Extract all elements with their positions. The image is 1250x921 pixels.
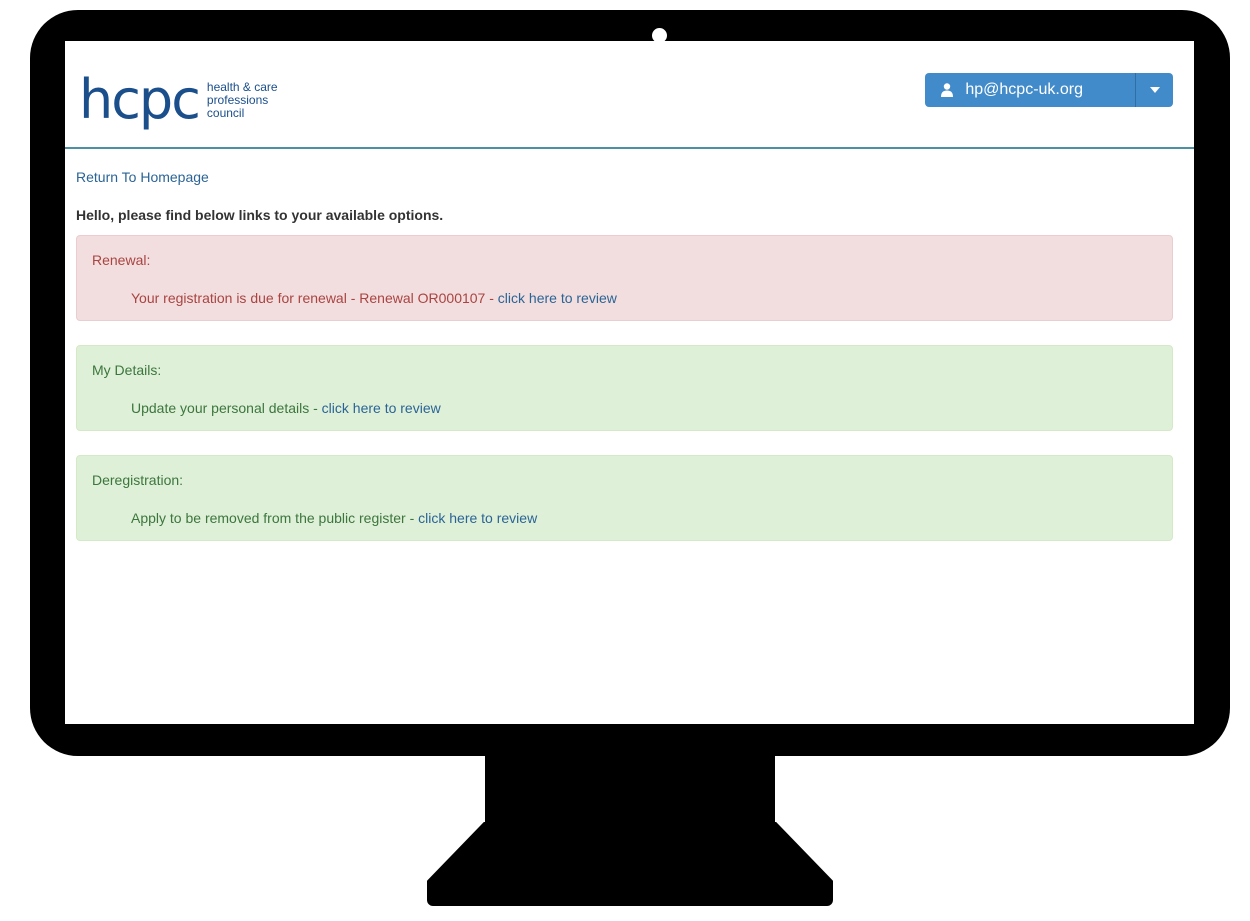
renewal-panel: Renewal: Your registration is due for re… <box>76 235 1173 321</box>
logo-tagline: health & care professions council <box>206 79 278 120</box>
user-email: hp@hcpc-uk.org <box>965 81 1083 98</box>
user-account-dropdown[interactable]: hp@hcpc-uk.org <box>925 73 1173 107</box>
my-details-review-link[interactable]: click here to review <box>322 400 441 416</box>
monitor-frame: hcpc health & care professions council h… <box>0 0 1250 921</box>
user-account-button[interactable]: hp@hcpc-uk.org <box>925 73 1136 107</box>
monitor-stand-base <box>427 822 833 906</box>
panel-body: Apply to be removed from the public regi… <box>131 510 1157 526</box>
panel-title: Deregistration: <box>92 472 184 488</box>
panel-title: Renewal: <box>92 252 151 268</box>
hcpc-logo[interactable]: hcpc health & care professions council <box>79 73 278 127</box>
intro-text: Hello, please find below links to your a… <box>76 207 444 223</box>
deregistration-panel: Deregistration: Apply to be removed from… <box>76 455 1173 541</box>
panel-title: My Details: <box>92 362 162 378</box>
panel-text: Apply to be removed from the public regi… <box>131 510 419 526</box>
logo-wordmark: hcpc <box>79 68 201 131</box>
my-details-panel: My Details: Update your personal details… <box>76 345 1173 431</box>
page-header: hcpc health & care professions council h… <box>65 41 1194 149</box>
main-content: Return To Homepage Hello, please find be… <box>65 149 1194 541</box>
panel-text: Update your personal details - <box>131 400 322 416</box>
logo-tagline-line: council <box>206 105 245 120</box>
user-icon <box>941 83 954 97</box>
panel-body: Your registration is due for renewal - R… <box>131 290 1157 306</box>
dropdown-toggle-button[interactable] <box>1136 73 1173 107</box>
caret-down-icon <box>1149 87 1160 93</box>
renewal-review-link[interactable]: click here to review <box>498 290 617 306</box>
deregistration-review-link[interactable]: click here to review <box>418 510 537 526</box>
panel-body: Update your personal details - click her… <box>131 400 1157 416</box>
return-to-homepage-link[interactable]: Return To Homepage <box>76 169 209 185</box>
panel-text: Your registration is due for renewal - R… <box>131 290 498 306</box>
monitor-stand-neck <box>485 752 775 824</box>
logo-tagline-line: professions <box>206 92 269 107</box>
screen: hcpc health & care professions council h… <box>65 41 1194 724</box>
logo-tagline-line: health & care <box>206 79 278 94</box>
